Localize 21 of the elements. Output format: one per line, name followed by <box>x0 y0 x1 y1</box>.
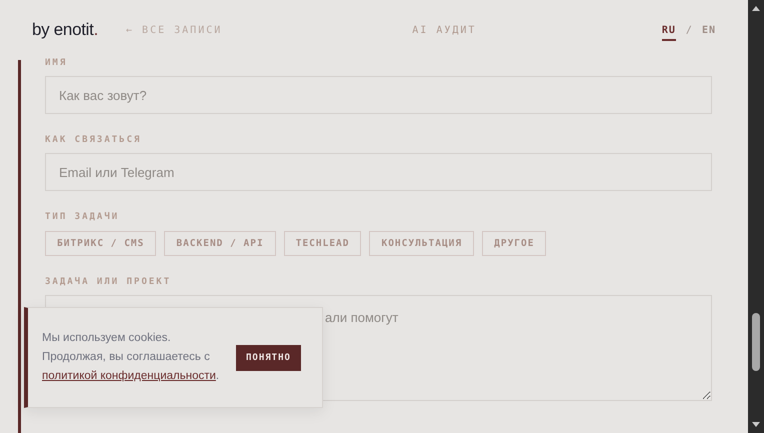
back-link[interactable]: ← ВСЕ ЗАПИСИ <box>126 24 222 36</box>
task-type-chip[interactable]: ДРУГОЕ <box>482 231 546 256</box>
task-type-chip[interactable]: КОНСУЛЬТАЦИЯ <box>369 231 474 256</box>
privacy-link[interactable]: политикой конфиденциальности <box>42 370 216 382</box>
language-link[interactable]: RU <box>662 24 676 40</box>
text-field[interactable]: Как вас зовут? <box>45 76 712 114</box>
cookie-text: Мы используем cookies. Продолжая, вы соглашаетесь с политикой конфиденциальности. <box>42 331 220 384</box>
accept-button[interactable]: ПОНЯТНО <box>236 344 301 370</box>
field-label: ЗАДАЧА ИЛИ ПРОЕКТ <box>45 277 172 287</box>
task-type-chip[interactable]: TECHLEAD <box>284 231 362 256</box>
field-label: ТИП ЗАДАЧИ <box>45 212 120 222</box>
field-label: КАК СВЯЗАТЬСЯ <box>45 135 142 145</box>
field-label: ИМЯ <box>45 58 68 68</box>
language-separator: / <box>686 24 692 36</box>
scrollbar[interactable] <box>748 0 764 433</box>
logo[interactable]: by enotit. <box>32 20 98 40</box>
language-link[interactable]: EN <box>702 24 716 40</box>
text-field[interactable]: Email или Telegram <box>45 153 712 191</box>
page-title: AI АУДИТ <box>412 24 476 36</box>
task-type-chip[interactable]: BACKEND / API <box>164 231 276 256</box>
task-type-chip[interactable]: БИТРИКС / CMS <box>45 231 156 256</box>
